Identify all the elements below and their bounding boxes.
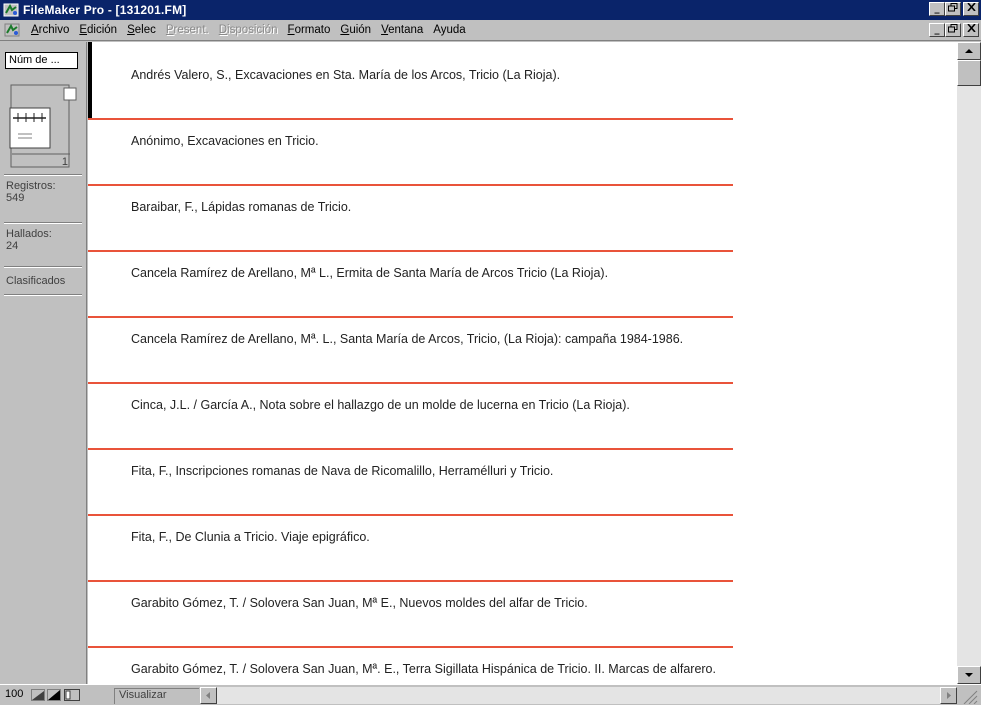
menu-ayuda[interactable]: Ayuda [428,24,470,36]
filemaker-app-icon[interactable] [3,2,19,18]
status-area-toggle-icon[interactable] [64,689,80,704]
current-record-number[interactable]: 1 [58,156,68,168]
title-bar: FileMaker Pro - [131201.FM] _ [0,0,981,20]
status-divider [4,266,82,268]
menu-formato-label: ormato [294,24,331,36]
document-control-icon[interactable] [4,23,20,37]
record-citation[interactable]: Andrés Valero, S., Excavaciones en Sta. … [131,67,731,84]
record-citation[interactable]: Garabito Gómez, T. / Solovera San Juan, … [131,595,731,612]
list-item[interactable]: Fita, F., Inscripciones romanas de Nava … [88,450,957,516]
record-citation[interactable]: Fita, F., Inscripciones romanas de Nava … [131,463,731,480]
menu-guion-label: uión [349,24,372,36]
record-citation[interactable]: Cancela Ramírez de Arellano, Mª L., Ermi… [131,265,731,282]
list-item[interactable]: Cancela Ramírez de Arellano, Mª. L., San… [88,318,957,384]
arrow-down-icon [965,673,973,677]
menu-disposicion[interactable]: Disposición [214,24,283,36]
list-item[interactable]: Cancela Ramírez de Arellano, Mª L., Ermi… [88,252,957,318]
bottom-bar: 100 Visualizar [0,684,981,705]
sorted-label: Clasificados [6,275,66,287]
mode-selector[interactable]: Visualizar [114,688,199,704]
record-citation[interactable]: Anónimo, Excavaciones en Tricio. [131,133,731,150]
arrow-left-icon [206,692,210,699]
close-icon [966,2,976,12]
menu-guion[interactable]: Guión [335,24,376,36]
menu-ventana[interactable]: Ventana [376,24,428,36]
zoom-in-icon[interactable] [47,689,61,704]
document-restore-button[interactable] [945,23,961,37]
status-area: Núm de ... 1 Registros: 549 Hallados: 24… [0,42,87,684]
menu-present[interactable]: Present. [161,24,214,36]
record-citation[interactable]: Garabito Gómez, T. / Solovera San Juan, … [131,661,731,678]
list-item[interactable]: Fita, F., De Clunia a Tricio. Viaje epig… [88,516,957,582]
document-minimize-button[interactable]: _ [929,23,945,37]
layout-popup[interactable]: Núm de ... [5,52,78,69]
horizontal-scrollbar[interactable] [200,687,957,704]
found-label: Hallados: [6,228,52,240]
menu-edicion-label: dición [87,24,118,36]
zoom-out-icon[interactable] [31,689,45,704]
records-label: Registros: [6,180,56,192]
list-item[interactable]: Cinca, J.L. / García A., Nota sobre el h… [88,384,957,450]
document-close-button[interactable] [963,23,979,37]
menu-edicion[interactable]: Edición [74,24,122,36]
list-item[interactable]: Garabito Gómez, T. / Solovera San Juan, … [88,582,957,648]
menu-present-label: resent. [173,24,209,36]
menu-archivo-label: rchivo [38,24,70,36]
zoom-level[interactable]: 100 [5,688,23,700]
menu-archivo[interactable]: Archivo [26,24,74,36]
status-divider [4,222,82,224]
window-title: FileMaker Pro - [131201.FM] [23,3,187,17]
scroll-down-button[interactable] [957,666,981,684]
status-divider [4,174,82,176]
menu-ventana-label: entana [388,24,424,36]
menu-present-mnemonic: P [165,24,174,36]
scroll-right-button[interactable] [940,687,957,704]
restore-icon [948,3,958,12]
close-icon [966,23,976,33]
menu-selec[interactable]: Selec [122,24,161,36]
status-divider [4,294,82,296]
scroll-left-button[interactable] [200,687,217,704]
records-count: 549 [6,192,25,204]
list-item[interactable]: Garabito Gómez, T. / Solovera San Juan, … [88,648,957,684]
list-item[interactable]: Andrés Valero, S., Excavaciones en Sta. … [88,54,957,120]
list-item[interactable]: Baraibar, F., Lápidas romanas de Tricio. [88,186,957,252]
menu-edicion-mnemonic: E [79,24,88,36]
menu-selec-mnemonic: S [127,24,135,36]
list-item[interactable]: Anónimo, Excavaciones en Tricio. [88,120,957,186]
record-citation[interactable]: Fita, F., De Clunia a Tricio. Viaje epig… [131,529,731,546]
arrow-right-icon [947,692,951,699]
menu-disposicion-mnemonic: D [218,24,228,36]
scroll-thumb[interactable] [957,60,981,86]
close-button[interactable] [963,2,979,16]
resize-grip-icon[interactable] [960,687,978,705]
menu-guion-mnemonic: G [340,24,350,36]
menu-formato-mnemonic: F [287,24,295,36]
found-count: 24 [6,240,19,252]
restore-button[interactable] [945,2,961,16]
restore-icon [948,24,958,33]
menu-selec-label: elec [134,24,156,36]
record-citation[interactable]: Cinca, J.L. / García A., Nota sobre el h… [131,397,731,414]
arrow-up-icon [965,49,973,53]
menu-archivo-mnemonic: A [31,24,39,36]
records-list: Andrés Valero, S., Excavaciones en Sta. … [88,42,957,684]
vertical-scrollbar[interactable] [957,42,981,684]
scroll-up-button[interactable] [957,42,981,60]
menu-formato[interactable]: Formato [283,24,336,36]
menu-bar: Archivo Edición Selec Present. Disposici… [0,20,981,41]
record-citation[interactable]: Cancela Ramírez de Arellano, Mª. L., San… [131,331,731,348]
minimize-button[interactable]: _ [929,2,945,16]
record-citation[interactable]: Baraibar, F., Lápidas romanas de Tricio. [131,199,731,216]
menu-disposicion-label: isposición [227,24,278,36]
menu-ayuda-label: Ayuda [433,24,466,36]
